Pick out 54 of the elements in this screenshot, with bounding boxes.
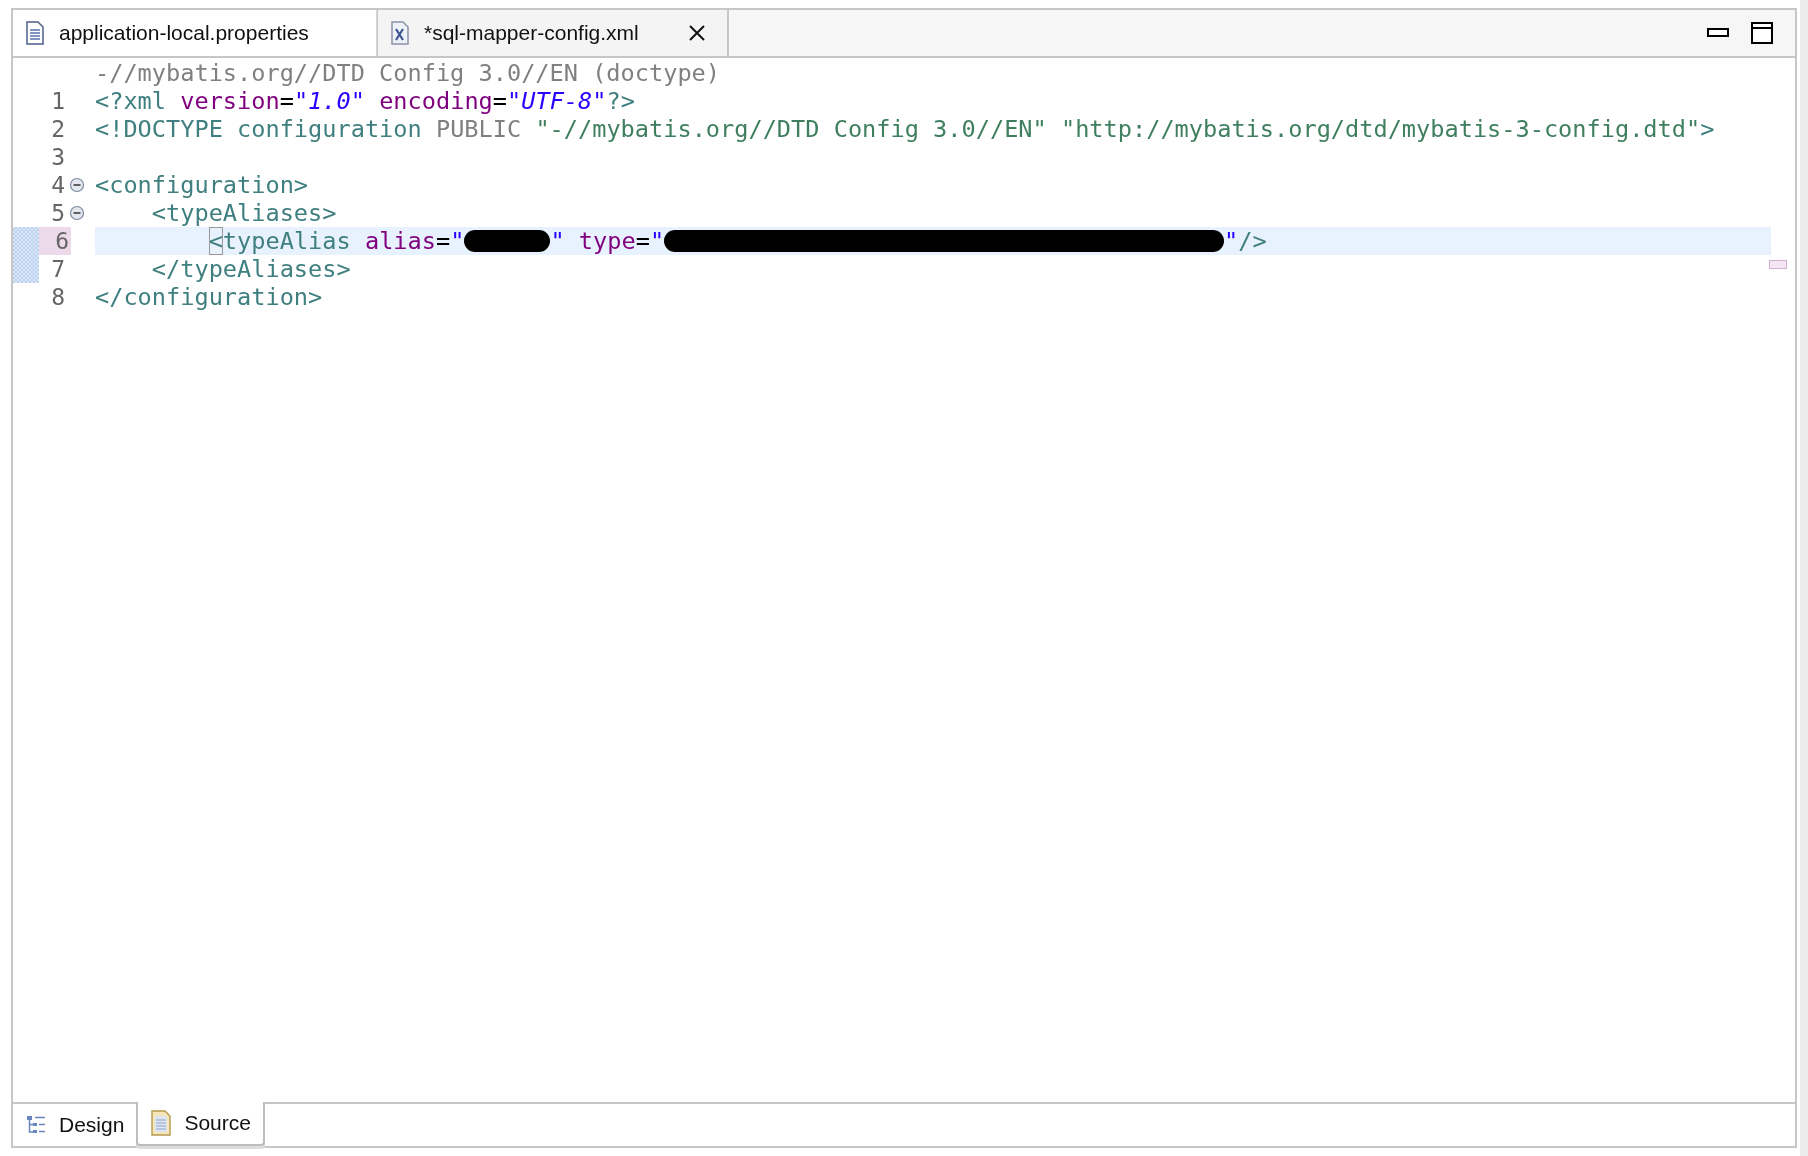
- attribute-value: ": [450, 227, 465, 255]
- attribute-name: type: [578, 227, 636, 255]
- line-number: 6: [39, 227, 71, 255]
- matched-bracket: <: [208, 227, 223, 255]
- line-number: 1: [50, 87, 66, 115]
- equals-sign: =: [435, 227, 451, 255]
- attribute-name: version: [180, 87, 280, 115]
- minimize-icon[interactable]: [1707, 28, 1729, 38]
- tab-label: Design: [59, 1113, 125, 1137]
- line-number: 4: [50, 171, 66, 199]
- equals-sign: =: [279, 87, 294, 115]
- xml-file-icon: [390, 21, 410, 45]
- equals-sign: =: [492, 87, 507, 115]
- xml-tag: ?>: [606, 87, 635, 115]
- xml-tag: <?xml: [95, 87, 167, 115]
- tree-icon: [25, 1114, 47, 1136]
- xml-tag: </configuration>: [95, 283, 323, 311]
- close-icon[interactable]: [687, 23, 707, 43]
- document-icon: [25, 21, 45, 45]
- xml-tag: <!DOCTYPE configuration: [95, 115, 422, 143]
- collapse-icon[interactable]: [69, 177, 85, 193]
- doctype-hint: -//mybatis.org//DTD Config 3.0//EN (doctype): [95, 59, 720, 87]
- xml-tag: typeAlias: [222, 227, 351, 255]
- line-number: 8: [50, 283, 66, 311]
- line-number: 7: [50, 255, 66, 283]
- attribute-value: ": [550, 227, 565, 255]
- editor-tab[interactable]: *sql-mapper-config.xml: [377, 10, 729, 56]
- attribute-value: "UTF-8": [507, 87, 607, 115]
- xml-tag: >: [1700, 115, 1715, 143]
- line-number: 2: [50, 115, 66, 143]
- document-icon: [150, 1110, 173, 1136]
- doctype-keyword: PUBLIC: [435, 115, 523, 143]
- editor-tab[interactable]: application-local.properties: [13, 10, 377, 56]
- xml-tag: </typeAliases>: [151, 255, 351, 283]
- overview-ruler-mark: [1769, 260, 1787, 269]
- line-number: 3: [50, 143, 66, 171]
- xml-tag: <configuration>: [95, 171, 309, 199]
- doctype-string: "-//mybatis.org//DTD Config 3.0//EN" "http://mybatis.org/dtd/mybatis-3-config.dtd": [535, 115, 1701, 143]
- tab-label: Source: [184, 1111, 251, 1135]
- tab-label: *sql-mapper-config.xml: [424, 21, 639, 45]
- attribute-name: encoding: [379, 87, 493, 115]
- line-number: 5: [50, 199, 66, 227]
- page-tab[interactable]: Source: [136, 1102, 265, 1146]
- attribute-value: ": [1224, 227, 1239, 255]
- attribute-name: alias: [364, 227, 436, 255]
- page-tab[interactable]: Design: [13, 1104, 137, 1146]
- xml-tag: <typeAliases>: [151, 199, 337, 227]
- attribute-value: ": [649, 227, 665, 255]
- collapse-icon[interactable]: [69, 205, 85, 221]
- maximize-icon[interactable]: [1751, 22, 1773, 44]
- attribute-value: "1.0": [293, 87, 365, 115]
- tab-label: application-local.properties: [59, 21, 309, 45]
- xml-tag: />: [1238, 227, 1267, 255]
- equals-sign: =: [635, 227, 650, 255]
